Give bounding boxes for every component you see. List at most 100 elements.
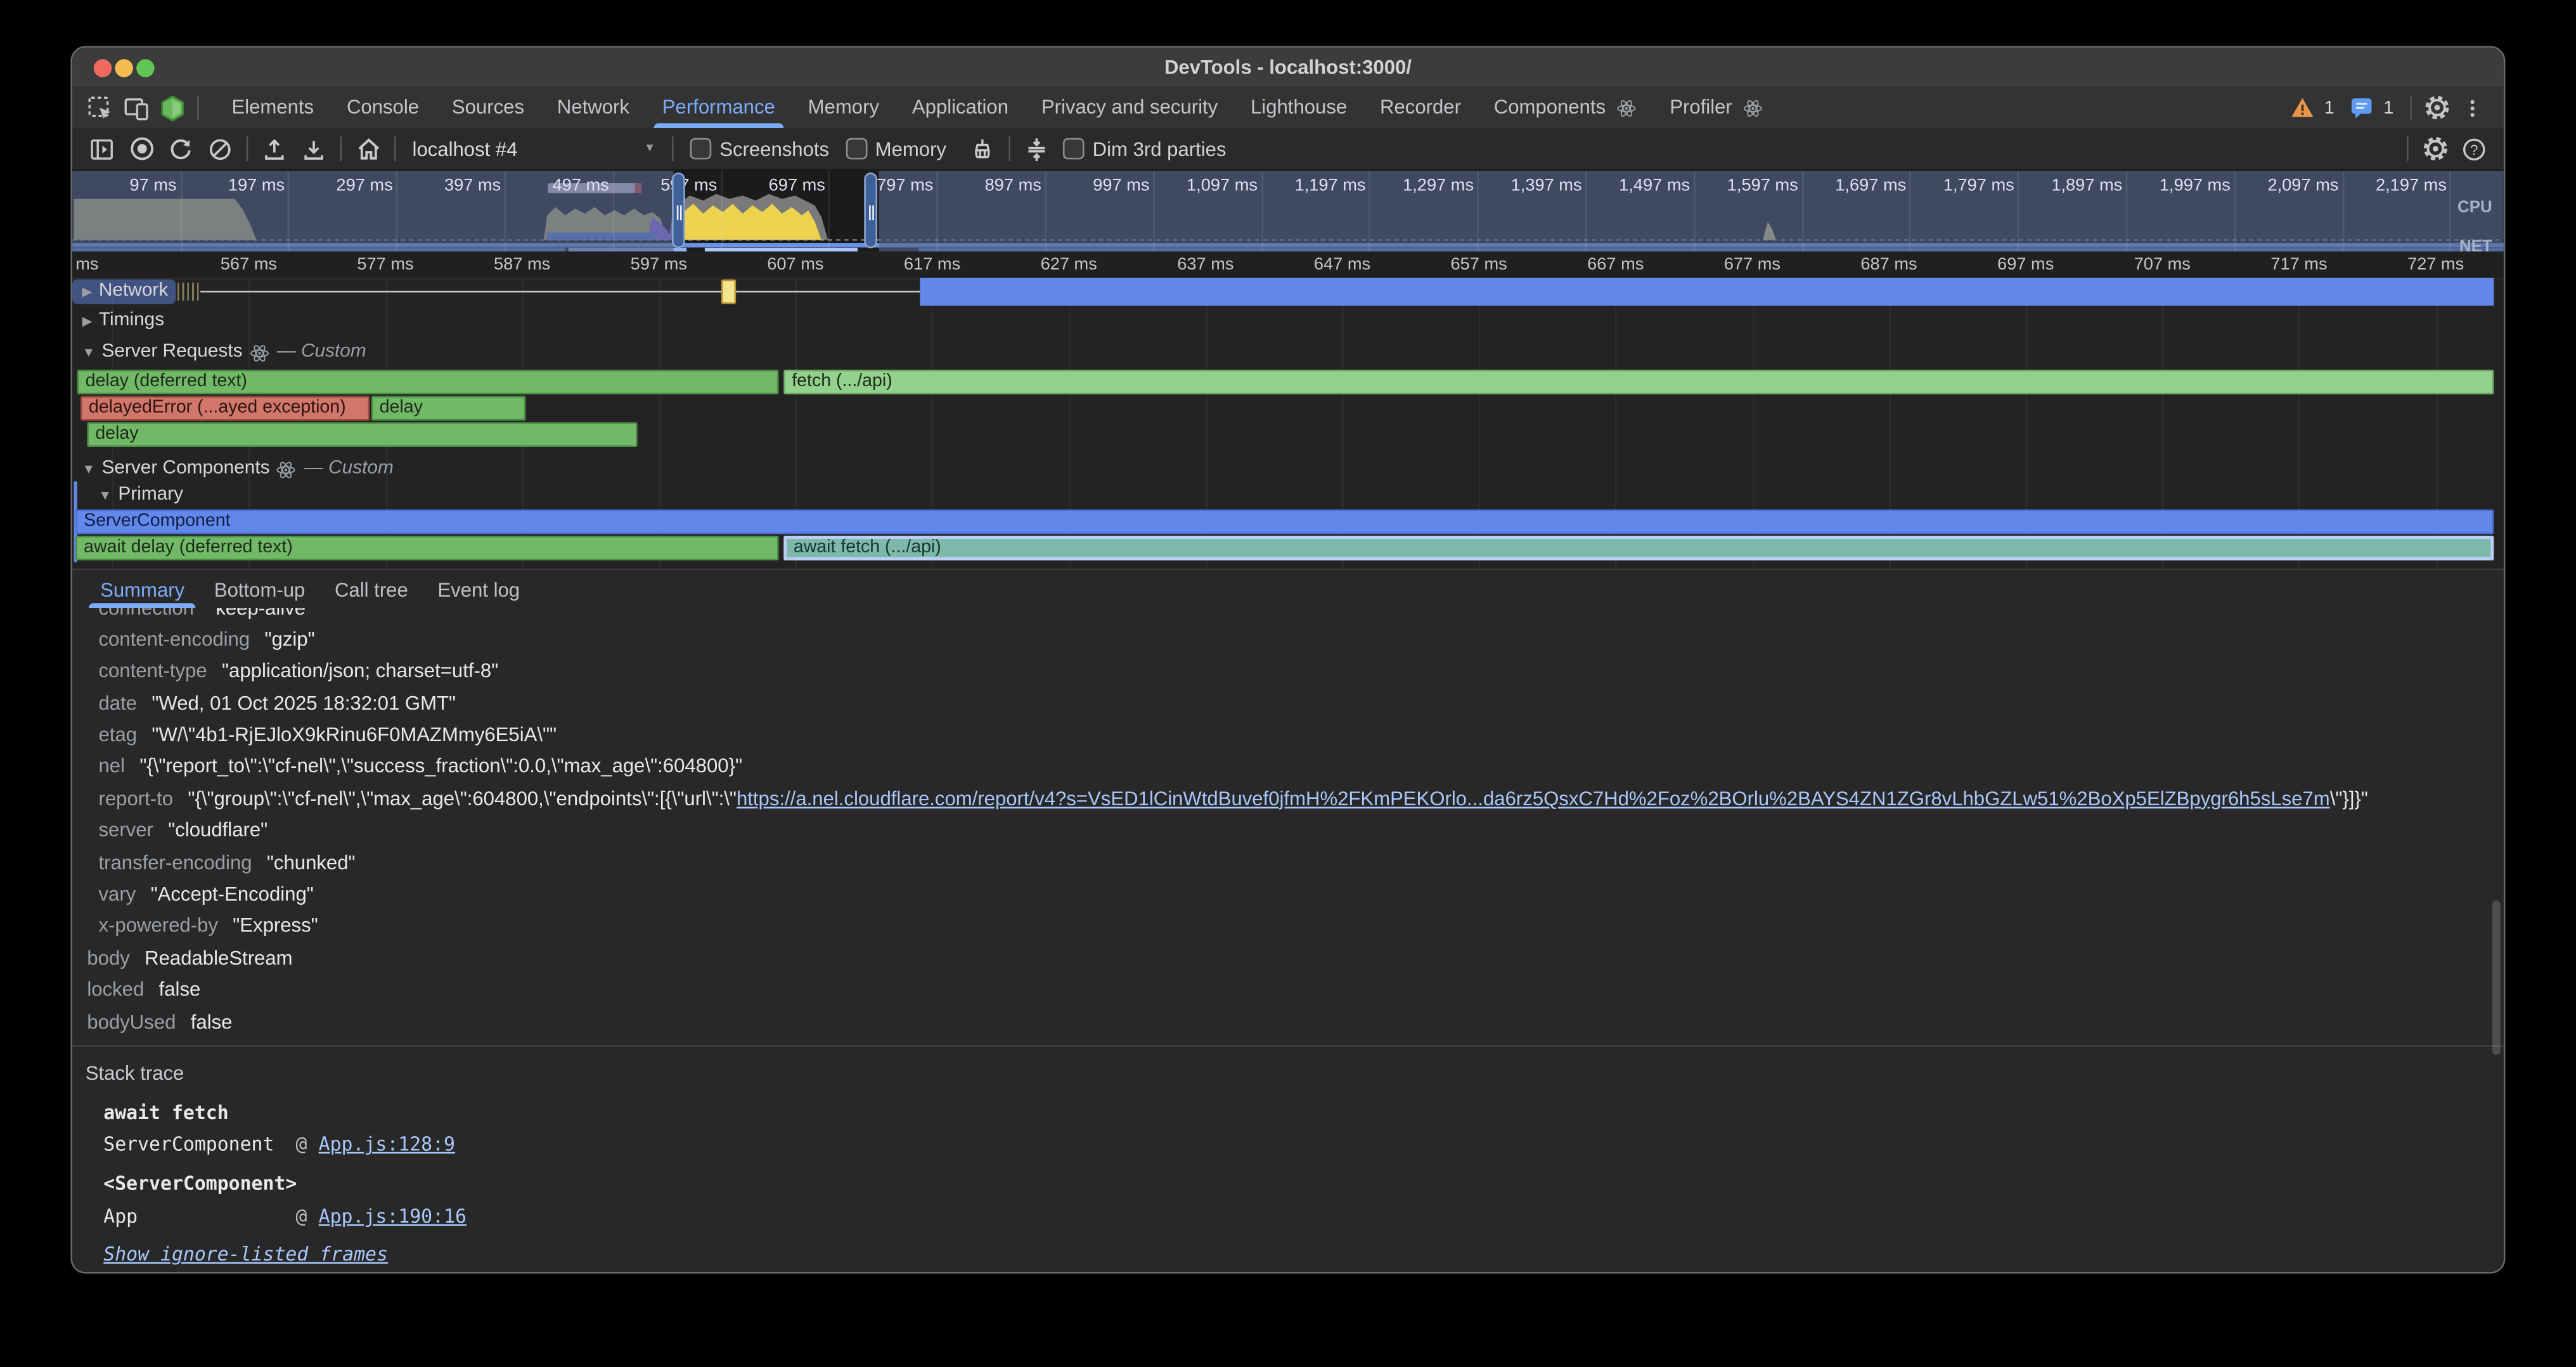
save-profile-icon[interactable] xyxy=(294,131,333,167)
overview-ruler-label: 2,197 ms xyxy=(2376,175,2447,195)
timeline-event-servercomponent[interactable]: ServerComponent xyxy=(75,509,2494,534)
toggle-sidebar-icon[interactable] xyxy=(82,131,122,167)
header-key: bodyUsed xyxy=(87,1010,176,1033)
performance-toolbar: localhost #4 ▼ Screenshots Memory xyxy=(72,128,2504,171)
ruler-unit-label: ms xyxy=(75,254,98,273)
stack-frame-source-link[interactable]: App.js:128:9 xyxy=(319,1133,455,1156)
device-toolbar-icon[interactable] xyxy=(119,91,155,125)
capture-settings-gear-icon[interactable] xyxy=(2415,131,2454,167)
tab-network[interactable]: Network xyxy=(541,87,646,128)
tab-components[interactable]: Components xyxy=(1478,87,1653,128)
header-value: "keep-alive" xyxy=(209,608,312,619)
show-ignore-listed-frames-link[interactable]: Show ignore-listed frames xyxy=(72,1231,2504,1265)
settings-gear-icon[interactable] xyxy=(2418,91,2454,125)
network-track-label[interactable]: Network xyxy=(99,281,168,301)
timeline-overview[interactable]: CPU NET 97 ms197 ms297 ms397 ms497 ms597… xyxy=(72,171,2504,252)
primary-subtrack-row[interactable]: ▼Primary xyxy=(72,481,2504,509)
memory-checkbox[interactable] xyxy=(846,138,867,160)
header-row-report-to: report-to"{\"group\":\"cf-nel\",\"max_ag… xyxy=(72,784,2504,815)
help-icon[interactable]: ? xyxy=(2454,131,2494,167)
header-row-content-encoding: content-encoding "gzip" xyxy=(72,625,2504,656)
more-options-kebab-icon[interactable] xyxy=(2454,91,2490,125)
divider xyxy=(394,136,396,161)
collapse-sanddwich-icon[interactable] xyxy=(1017,131,1056,167)
expand-arrow-icon[interactable]: ▶ xyxy=(82,284,93,299)
timeline-event-delay-deferred-text[interactable]: delay (deferred text) xyxy=(77,369,779,394)
timeline-event-fetch-api[interactable]: fetch (.../api) xyxy=(783,369,2494,394)
timeline-event-delay[interactable]: delay xyxy=(371,395,526,420)
server-requests-title: Server Requests xyxy=(101,339,242,366)
stack-frame-name: ServerComponent xyxy=(103,1133,295,1156)
collapse-arrow-icon[interactable]: ▼ xyxy=(99,488,112,503)
tab-application[interactable]: Application xyxy=(896,87,1025,128)
header-value: "gzip" xyxy=(264,628,314,651)
timeline-event-delay[interactable]: delay xyxy=(87,422,637,447)
timeline-event-label: await delay (deferred text) xyxy=(84,536,293,556)
flame-chart[interactable]: ms 567 ms577 ms587 ms597 ms607 ms617 ms6… xyxy=(72,252,2504,569)
overview-gridline xyxy=(396,171,398,252)
record-icon[interactable] xyxy=(122,131,161,167)
network-request-marker[interactable] xyxy=(721,278,736,304)
tab-memory[interactable]: Memory xyxy=(792,87,896,128)
timings-track-label[interactable]: Timings xyxy=(99,310,164,330)
reload-record-icon[interactable] xyxy=(161,131,200,167)
header-value-suffix: \"}]}" xyxy=(2330,787,2368,810)
tab-privacy-and-security[interactable]: Privacy and security xyxy=(1025,87,1234,128)
timeline-event-label: ServerComponent xyxy=(84,510,230,530)
stack-frame-source-link[interactable]: App.js:190:16 xyxy=(319,1205,467,1228)
header-value: ReadableStream xyxy=(145,946,292,969)
svg-text:?: ? xyxy=(2470,141,2478,157)
timeline-event-await-fetch-api[interactable]: await fetch (.../api) xyxy=(783,535,2494,560)
flame-ruler-label: 617 ms xyxy=(904,254,960,273)
overview-ruler-label: 1,497 ms xyxy=(1619,175,1690,195)
garbage-collect-icon[interactable] xyxy=(963,131,1002,167)
header-row-nel: nel"{\"report_to\":\"cf-nel\",\"success_… xyxy=(72,752,2504,784)
header-key: content-encoding xyxy=(99,628,250,651)
tab-console[interactable]: Console xyxy=(330,87,435,128)
flame-ruler-label: 657 ms xyxy=(1450,254,1507,273)
expand-arrow-icon[interactable]: ▶ xyxy=(82,313,93,328)
scrollbar-thumb[interactable] xyxy=(2492,900,2501,1055)
header-row-transfer-encoding: transfer-encoding"chunked" xyxy=(72,847,2504,879)
timings-track-row: ▶ Timings xyxy=(72,306,2504,334)
details-tab-bottom-up[interactable]: Bottom-up xyxy=(199,570,319,608)
timeline-event-label: fetch (.../api) xyxy=(792,370,892,390)
header-key: x-powered-by xyxy=(99,914,218,937)
overview-gridline xyxy=(1153,171,1155,252)
inspect-element-icon[interactable] xyxy=(82,91,119,125)
header-value-link[interactable]: https://a.nel.cloudflare.com/report/v4?s… xyxy=(737,787,2330,810)
issues-icon[interactable] xyxy=(2344,91,2380,125)
node-icon[interactable] xyxy=(155,91,191,125)
collapse-arrow-icon[interactable]: ▼ xyxy=(82,339,96,366)
tab-sources[interactable]: Sources xyxy=(435,87,541,128)
network-request-bar[interactable] xyxy=(920,278,2494,305)
timeline-event-await-delay-deferred-text[interactable]: await delay (deferred text) xyxy=(75,535,778,560)
details-tab-summary[interactable]: Summary xyxy=(86,570,200,608)
header-key: content-type xyxy=(99,659,207,682)
flame-ruler-label: 647 ms xyxy=(1314,254,1370,273)
stack-trace-body: await fetchServerComponent@App.js:128:9<… xyxy=(72,1088,2504,1231)
tab-lighthouse[interactable]: Lighthouse xyxy=(1234,87,1363,128)
selection-right-handle[interactable] xyxy=(863,172,877,247)
load-profile-icon[interactable] xyxy=(255,131,294,167)
tab-performance[interactable]: Performance xyxy=(646,87,792,128)
server-requests-header[interactable]: ▼ Server Requests — Custom xyxy=(72,339,2504,366)
dim-3rd-parties-checkbox[interactable] xyxy=(1063,138,1085,160)
react-atom-icon xyxy=(276,459,296,479)
divider xyxy=(197,95,199,120)
clear-icon[interactable] xyxy=(200,131,240,167)
server-components-title: Server Components xyxy=(101,455,269,483)
screenshots-checkbox[interactable] xyxy=(690,138,712,160)
collapse-arrow-icon[interactable]: ▼ xyxy=(82,455,96,483)
history-select[interactable]: localhost #4 ▼ xyxy=(402,131,666,167)
tab-elements[interactable]: Elements xyxy=(216,87,331,128)
details-tab-call-tree[interactable]: Call tree xyxy=(320,570,423,608)
warning-icon[interactable] xyxy=(2285,91,2321,125)
tab-profiler[interactable]: Profiler xyxy=(1653,87,1780,128)
timeline-event-delayederror-ayed-exception[interactable]: delayedError (...ayed exception) xyxy=(80,395,370,420)
selection-left-handle[interactable] xyxy=(671,172,685,247)
home-icon[interactable] xyxy=(348,131,387,167)
details-tab-event-log[interactable]: Event log xyxy=(423,570,534,608)
tab-recorder[interactable]: Recorder xyxy=(1363,87,1478,128)
server-components-header[interactable]: ▼ Server Components — Custom xyxy=(72,455,2504,483)
